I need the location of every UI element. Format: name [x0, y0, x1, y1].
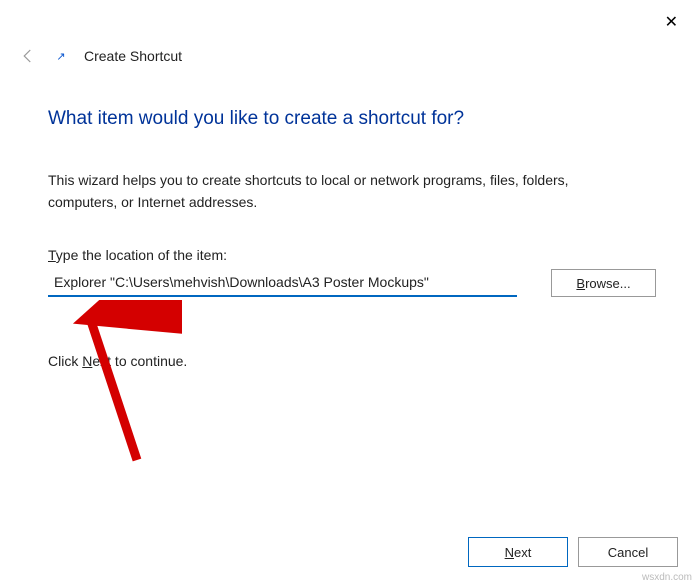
footer-buttons: Next Cancel — [468, 537, 678, 567]
continue-instruction: Click Next to continue. — [48, 353, 656, 369]
next-button[interactable]: Next — [468, 537, 568, 567]
back-arrow-icon[interactable] — [18, 46, 38, 66]
location-row: Browse... — [48, 269, 656, 297]
wizard-header: ↗ Create Shortcut — [18, 46, 182, 66]
location-label: Type the location of the item: — [48, 247, 656, 263]
wizard-content: What item would you like to create a sho… — [48, 108, 656, 369]
cancel-button[interactable]: Cancel — [578, 537, 678, 567]
close-button[interactable]: ✕ — [657, 8, 686, 36]
wizard-title: Create Shortcut — [84, 48, 182, 64]
page-heading: What item would you like to create a sho… — [48, 108, 656, 130]
location-input[interactable] — [48, 269, 517, 297]
wizard-description: This wizard helps you to create shortcut… — [48, 170, 628, 213]
browse-button[interactable]: Browse... — [551, 269, 656, 297]
watermark: wsxdn.com — [642, 572, 692, 583]
shortcut-icon: ↗ — [54, 49, 68, 63]
